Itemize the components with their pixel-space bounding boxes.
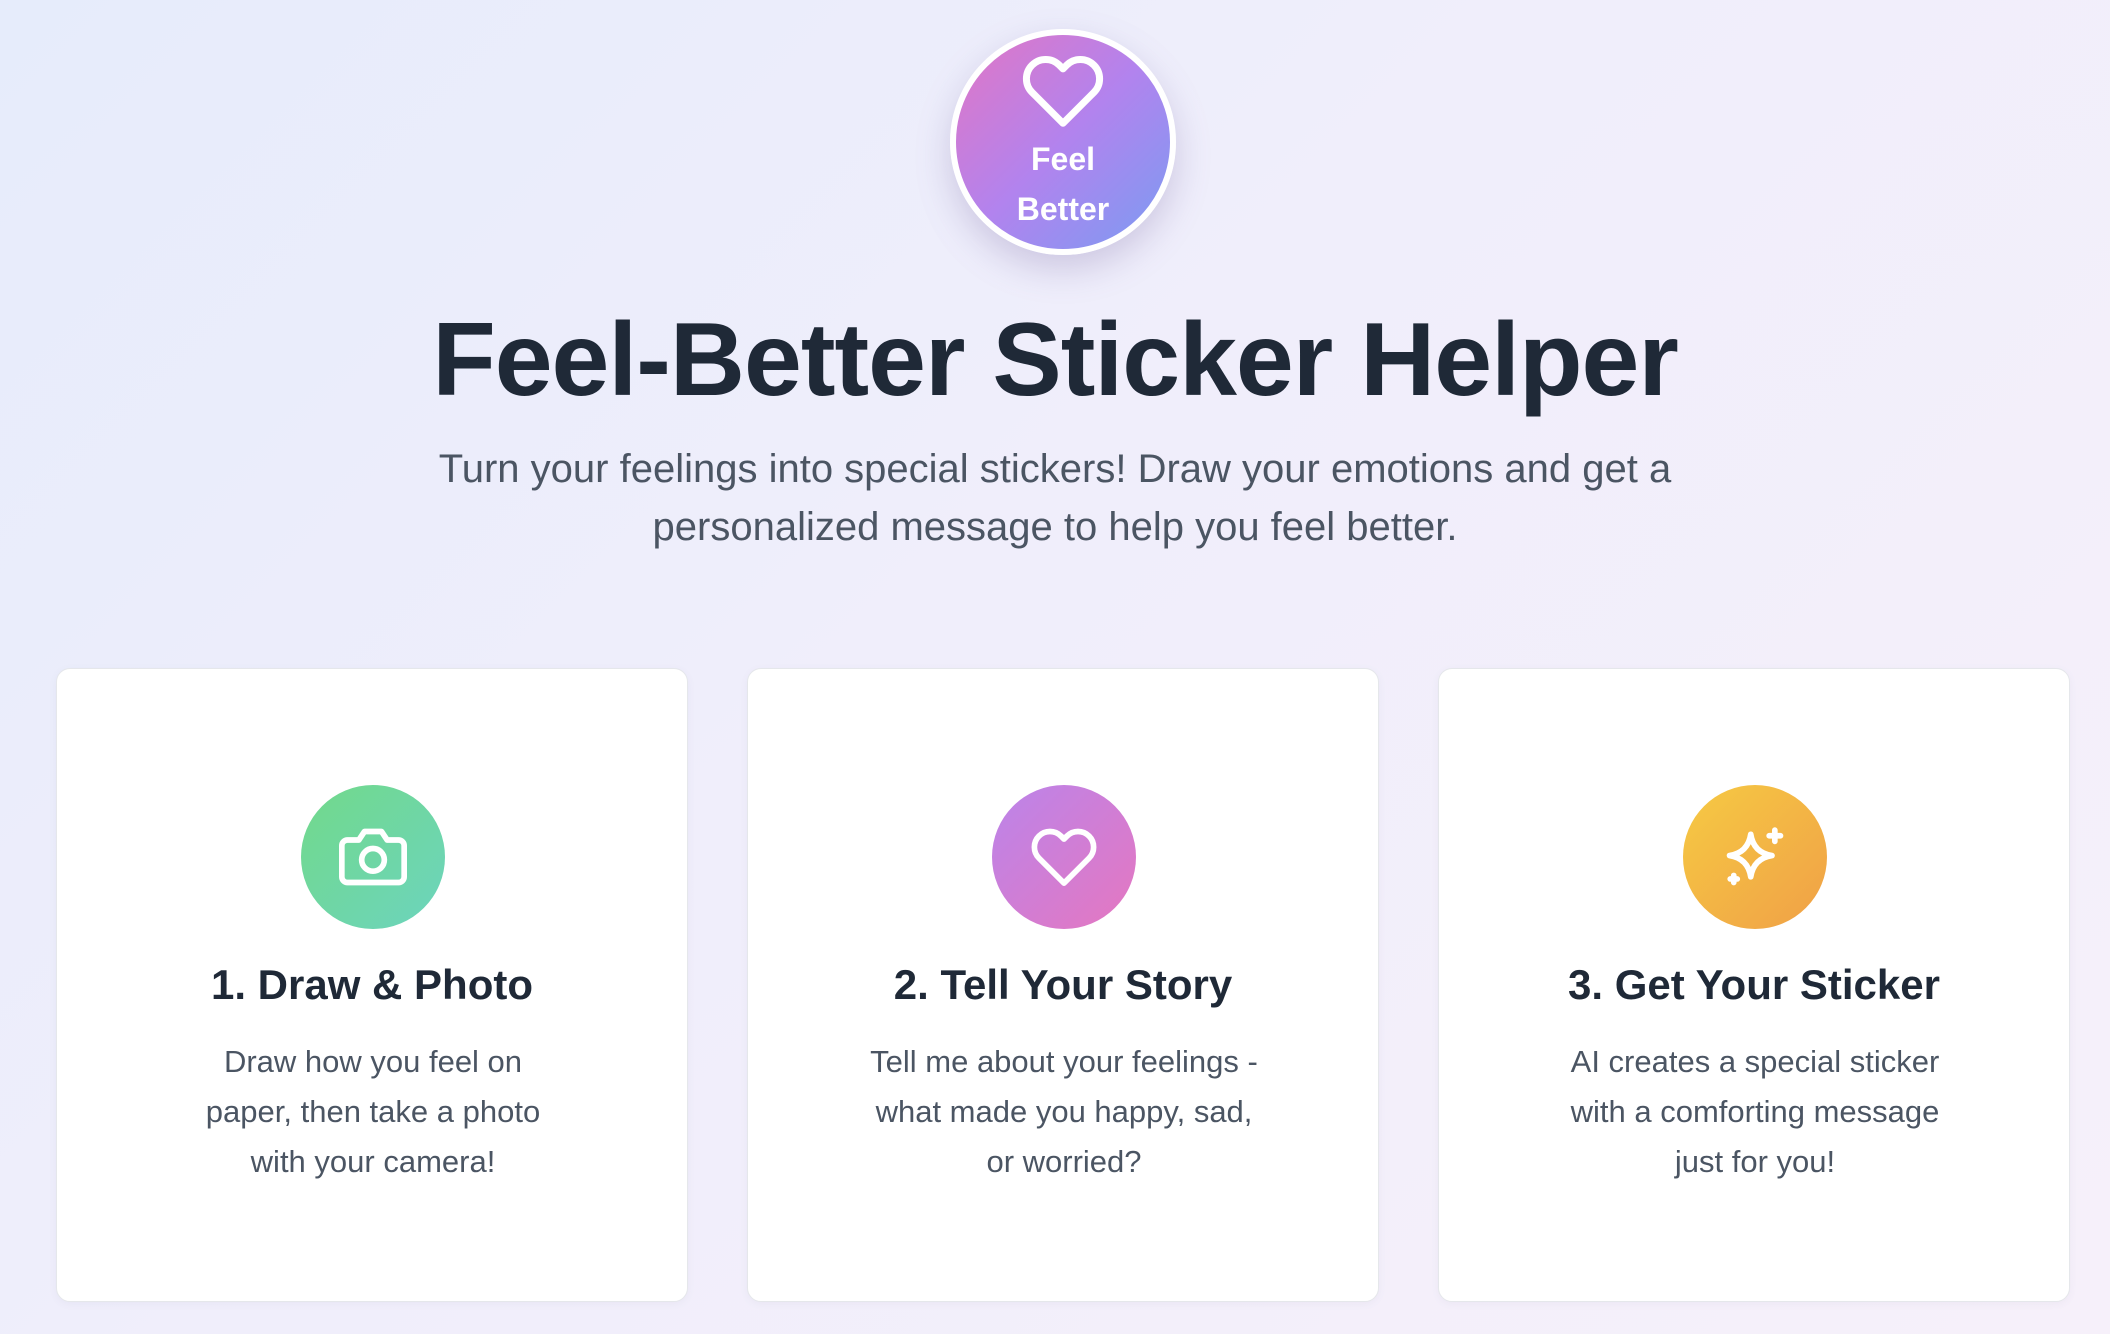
step-card-tell-story: 2. Tell Your Story Tell me about your fe… bbox=[747, 668, 1379, 1302]
step-description: Tell me about your feelings - what made … bbox=[870, 1044, 1258, 1179]
step-icon-badge bbox=[992, 785, 1136, 929]
step-card-get-sticker: 3. Get Your Sticker AI creates a special… bbox=[1438, 668, 2070, 1302]
app-logo: Feel Better bbox=[950, 29, 1176, 255]
heart-icon bbox=[1031, 828, 1097, 886]
logo-text-line1: Feel bbox=[1030, 141, 1096, 177]
step-description: Draw how you feel on paper, then take a … bbox=[205, 1044, 541, 1179]
page-subtitle: Turn your feelings into special stickers… bbox=[438, 447, 1672, 549]
step-icon-badge bbox=[301, 785, 445, 929]
logo-text-line2: Better bbox=[1016, 191, 1110, 227]
heart-icon bbox=[1022, 56, 1104, 127]
step-icon-badge bbox=[1683, 785, 1827, 929]
step-title: 1. Draw & Photo bbox=[210, 961, 534, 1008]
sparkles-icon bbox=[1726, 827, 1784, 886]
step-title: 2. Tell Your Story bbox=[893, 961, 1233, 1008]
page-title: Feel-Better Sticker Helper bbox=[432, 302, 1679, 418]
logo-text: Feel Better bbox=[1017, 134, 1109, 234]
step-card-draw-photo: 1. Draw & Photo Draw how you feel on pap… bbox=[56, 668, 688, 1302]
step-title: 3. Get Your Sticker bbox=[1568, 961, 1940, 1008]
step-description: AI creates a special sticker with a comf… bbox=[1570, 1044, 1940, 1179]
camera-icon bbox=[339, 828, 407, 886]
